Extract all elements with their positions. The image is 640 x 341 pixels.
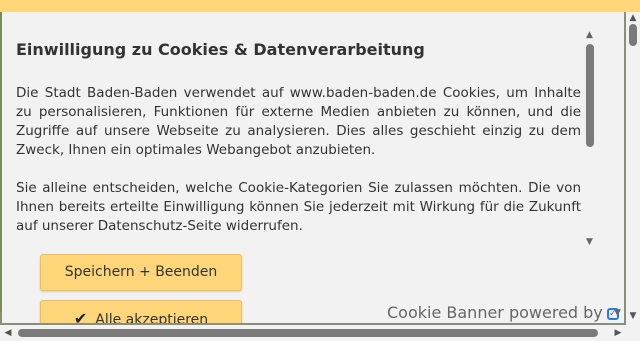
banner-content: Einwilligung zu Cookies & Datenverarbeit…: [2, 12, 598, 248]
page-scroll-up-icon[interactable]: ▲: [626, 12, 640, 24]
powered-by-text: Cookie Banner powered by: [387, 303, 603, 322]
accept-all-button[interactable]: ✔ Alle akzeptieren: [40, 300, 242, 323]
scrollbar-corner: [626, 325, 640, 341]
page-horizontal-scrollbar[interactable]: ◀ ▶: [0, 325, 640, 341]
powered-by-link[interactable]: Cookie Banner powered by ✓: [387, 303, 619, 322]
horizontal-scroll-thumb[interactable]: [18, 329, 598, 337]
banner-paragraph-intro: Die Stadt Baden-Baden verwendet auf www.…: [16, 85, 581, 158]
content-scroll-thumb[interactable]: [586, 44, 594, 147]
save-and-close-label: Speichern + Beenden: [64, 264, 218, 280]
scroll-right-icon[interactable]: ▶: [612, 326, 624, 340]
page-vertical-scrollbar[interactable]: ▲ ▼: [626, 12, 640, 325]
accept-all-label: Alle akzeptieren: [95, 312, 209, 323]
banner-paragraph-choice: Sie alleine entscheiden, welche Cookie-K…: [16, 180, 581, 234]
cookie-banner: Einwilligung zu Cookies & Datenverarbeit…: [2, 12, 624, 323]
scroll-down-icon[interactable]: ▼: [583, 236, 596, 248]
check-icon: ✔: [73, 309, 88, 323]
scroll-up-icon[interactable]: ▲: [583, 29, 596, 41]
content-scrollbar[interactable]: ▲ ▼: [583, 29, 596, 248]
page-scroll-down-icon[interactable]: ▼: [626, 310, 640, 322]
save-and-close-button[interactable]: Speichern + Beenden: [40, 254, 242, 291]
page-scroll-thumb[interactable]: [629, 24, 637, 46]
header-band: [0, 0, 640, 12]
banner-title: Einwilligung zu Cookies & Datenverarbeit…: [16, 40, 425, 59]
scroll-left-icon[interactable]: ◀: [2, 326, 14, 340]
chevron-down-icon[interactable]: ▼: [614, 308, 621, 318]
